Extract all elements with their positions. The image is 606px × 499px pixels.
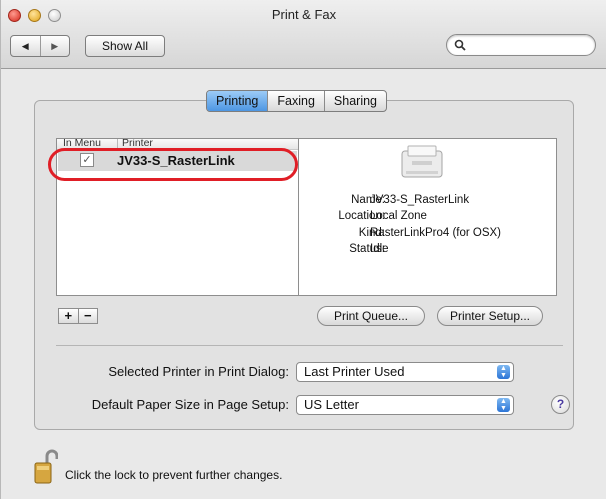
help-button[interactable]: ? (551, 395, 570, 414)
detail-status-value: Idle (370, 243, 389, 255)
paper-size-value: US Letter (304, 397, 359, 412)
tab-sharing[interactable]: Sharing (323, 91, 386, 111)
show-all-button[interactable]: Show All (85, 35, 165, 57)
tab-printing[interactable]: Printing (207, 91, 268, 111)
forward-arrow-icon[interactable]: ▶ (41, 36, 70, 56)
detail-kind-value: RasterLinkPro4 (for OSX) (370, 227, 502, 239)
add-remove-control: + − (58, 308, 98, 324)
select-arrows-icon: ▲ ▼ (497, 398, 510, 412)
remove-printer-button[interactable]: − (79, 309, 98, 323)
detail-location-value: Local Zone (370, 210, 427, 222)
selected-printer-select[interactable]: Last Printer Used ▲ ▼ (296, 362, 514, 382)
back-forward-control: ◀ ▶ (10, 35, 70, 57)
highlight-annotation (48, 148, 298, 181)
divider (56, 345, 563, 346)
selected-printer-label: Selected Printer in Print Dialog: (108, 364, 289, 379)
printer-setup-button[interactable]: Printer Setup... (437, 306, 543, 326)
print-fax-window: Print & Fax ◀ ▶ Show All Printing Faxing… (0, 0, 606, 499)
printer-icon (401, 145, 443, 178)
add-printer-button[interactable]: + (59, 309, 79, 323)
paper-size-select[interactable]: US Letter ▲ ▼ (296, 395, 514, 415)
window-title: Print & Fax (271, 7, 337, 22)
select-arrows-icon: ▲ ▼ (497, 365, 510, 379)
print-queue-button[interactable]: Print Queue... (317, 306, 425, 326)
detail-name-value: JV33-S_RasterLink (370, 194, 470, 206)
paper-size-label: Default Paper Size in Page Setup: (91, 397, 289, 412)
tab-bar: Printing Faxing Sharing (206, 90, 388, 112)
tab-faxing[interactable]: Faxing (267, 91, 324, 111)
lock-message: Click the lock to prevent further change… (65, 468, 283, 482)
lock-icon[interactable] (34, 449, 58, 485)
selected-printer-value: Last Printer Used (304, 364, 405, 379)
toolbar: Print & Fax ◀ ▶ Show All (1, 0, 606, 69)
search-input[interactable] (446, 34, 596, 56)
back-arrow-icon[interactable]: ◀ (11, 36, 41, 56)
search-icon (454, 39, 466, 51)
